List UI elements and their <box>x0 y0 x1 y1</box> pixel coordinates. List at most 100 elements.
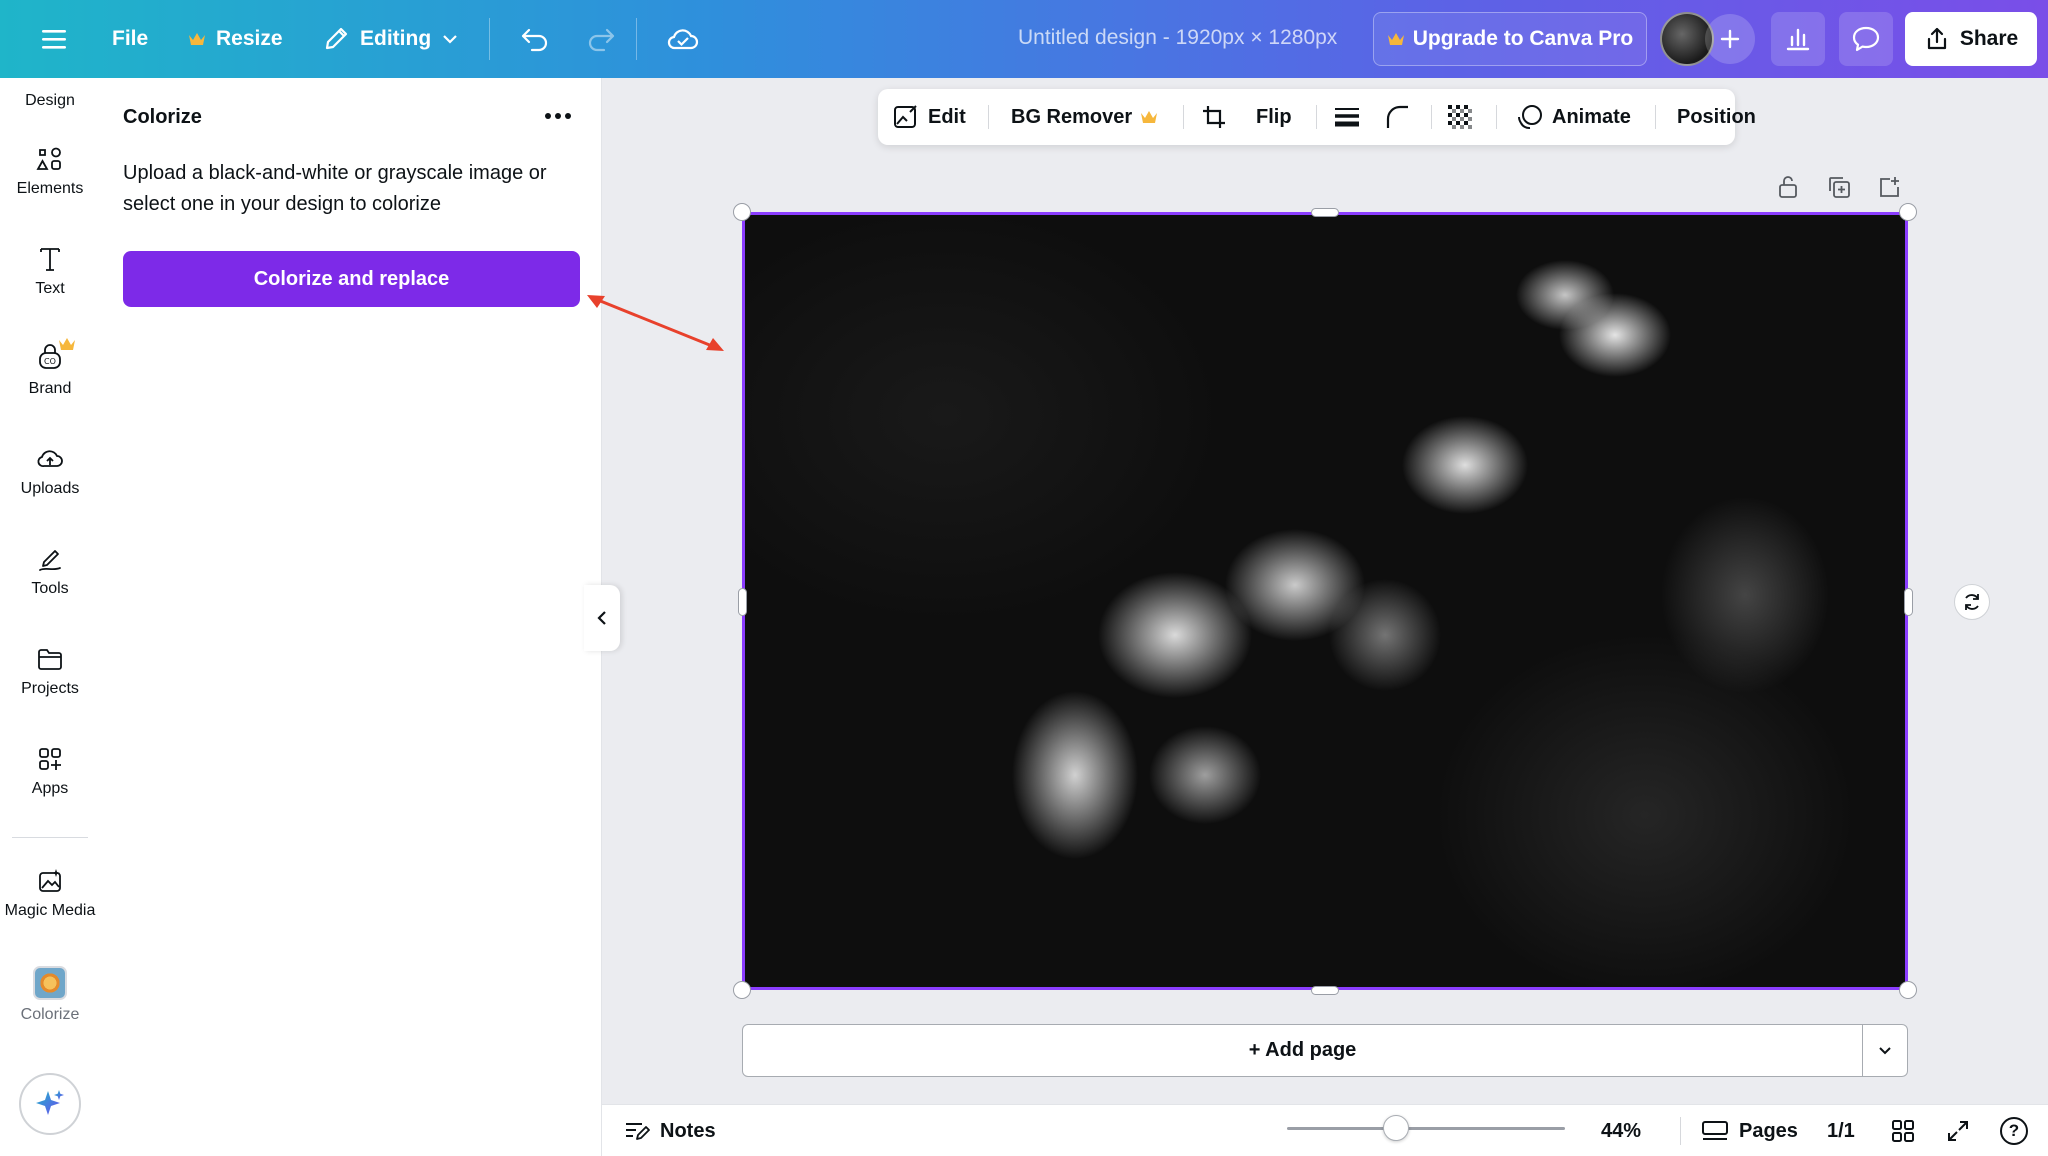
magic-assistant-button[interactable] <box>19 1073 81 1135</box>
file-menu-button[interactable]: File <box>104 14 156 64</box>
position-button[interactable]: Position <box>1677 89 1756 145</box>
comments-button[interactable] <box>1839 12 1893 66</box>
resize-handle-bottom-right[interactable] <box>1899 981 1917 999</box>
border-lines-icon <box>1335 108 1359 127</box>
animate-button[interactable]: Animate <box>1516 89 1631 145</box>
bg-remover-button[interactable]: BG Remover <box>1011 89 1158 145</box>
main-menu-button[interactable] <box>32 14 76 64</box>
corner-radius-icon <box>1386 105 1408 128</box>
chevron-left-icon <box>597 611 606 625</box>
rail-item-magic-media[interactable]: Magic Media <box>0 866 100 920</box>
resize-button[interactable]: Resize <box>180 14 291 64</box>
panel-description: Upload a black-and-white or grayscale im… <box>123 162 547 215</box>
duplicate-icon <box>1829 177 1850 198</box>
crop-icon <box>1203 106 1225 128</box>
rail-item-tools[interactable]: Tools <box>0 544 100 598</box>
upgrade-button[interactable]: Upgrade to Canva Pro <box>1373 12 1647 66</box>
pages-button[interactable]: Pages <box>1701 1105 1798 1156</box>
transparency-button[interactable] <box>1446 89 1474 145</box>
insights-button[interactable] <box>1771 12 1825 66</box>
collapse-panel-button[interactable] <box>584 585 620 651</box>
undo-button[interactable] <box>512 14 558 64</box>
rotate-icon <box>1965 594 1979 610</box>
resize-handle-right[interactable] <box>1904 588 1913 616</box>
panel-title: Colorize <box>123 106 202 128</box>
elements-icon <box>36 147 61 170</box>
rotate-button[interactable] <box>1954 584 1990 620</box>
zoom-slider-thumb[interactable] <box>1383 1115 1409 1141</box>
rail-item-elements[interactable]: Elements <box>0 144 100 198</box>
left-rail: Design Elements Text CO Brand Uploads To… <box>0 78 100 1156</box>
toolbar-divider <box>1316 105 1317 129</box>
page-counter: 1/1 <box>1827 1119 1855 1142</box>
rail-divider <box>12 837 88 838</box>
expand-icon <box>1948 1121 1968 1141</box>
more-dots-icon <box>545 113 571 119</box>
resize-handle-bottom[interactable] <box>1311 986 1339 995</box>
crown-icon <box>1387 33 1404 45</box>
resize-handle-top-right[interactable] <box>1899 203 1917 221</box>
help-icon: ? <box>2000 1117 2028 1145</box>
flip-button[interactable]: Flip <box>1256 89 1292 145</box>
text-icon <box>40 248 60 271</box>
design-title[interactable]: Untitled design - 1920px × 1280px <box>1018 26 1337 50</box>
toolbar-divider <box>1183 105 1184 129</box>
bar-chart-icon <box>1786 28 1810 51</box>
rail-item-design[interactable]: Design <box>0 92 100 110</box>
undo-icon <box>521 28 548 52</box>
duplicate-page-button[interactable] <box>1826 174 1852 205</box>
comment-icon <box>1852 26 1880 52</box>
save-status-button[interactable] <box>658 14 708 64</box>
add-page-button[interactable]: + Add page <box>742 1024 1863 1077</box>
help-button[interactable]: ? <box>2000 1105 2028 1156</box>
design-canvas[interactable] <box>742 212 1908 990</box>
notes-icon <box>626 1123 650 1140</box>
share-button[interactable]: Share <box>1905 12 2037 66</box>
toolbar-divider <box>1496 105 1497 129</box>
corner-rounding-button[interactable] <box>1383 89 1411 145</box>
crop-button[interactable] <box>1200 89 1228 145</box>
rail-item-text[interactable]: Text <box>0 244 100 298</box>
redo-button[interactable] <box>578 14 624 64</box>
toolbar-divider <box>988 105 989 129</box>
colorize-panel: Colorize Upload a black-and-white or gra… <box>100 78 602 1156</box>
toolbar-divider <box>1431 105 1432 129</box>
fullscreen-button[interactable] <box>1945 1105 1971 1156</box>
rail-item-apps[interactable]: Apps <box>0 744 100 798</box>
folder-icon <box>38 649 62 670</box>
more-options-button[interactable] <box>540 100 576 132</box>
plus-icon <box>1720 29 1740 49</box>
rail-item-projects[interactable]: Projects <box>0 644 100 698</box>
grayscale-flower-photo[interactable] <box>745 215 1905 987</box>
add-page-mini-button[interactable] <box>1876 174 1902 205</box>
image-edit-icon <box>894 105 917 128</box>
edit-image-button[interactable]: Edit <box>892 89 966 145</box>
crown-icon <box>59 338 75 350</box>
toolbar-divider <box>489 18 490 60</box>
annotation-arrow <box>587 295 724 351</box>
magic-media-icon <box>39 869 61 892</box>
toolbar-divider <box>1655 105 1656 129</box>
resize-handle-left[interactable] <box>738 588 747 616</box>
lock-button[interactable] <box>1776 174 1800 205</box>
resize-handle-top-left[interactable] <box>733 203 751 221</box>
rail-item-brand[interactable]: CO Brand <box>0 338 100 398</box>
resize-handle-top[interactable] <box>1311 208 1339 217</box>
resize-handle-bottom-left[interactable] <box>733 981 751 999</box>
add-page-options-button[interactable] <box>1862 1024 1908 1077</box>
cloud-check-icon <box>667 29 699 50</box>
svg-text:CO: CO <box>44 357 56 366</box>
crown-icon <box>1141 111 1158 123</box>
editing-mode-dropdown[interactable]: Editing <box>314 14 467 64</box>
rail-item-uploads[interactable]: Uploads <box>0 444 100 498</box>
zoom-slider-track[interactable] <box>1287 1127 1565 1130</box>
rail-item-colorize[interactable]: Colorize <box>0 966 100 1024</box>
uploads-icon <box>37 450 63 467</box>
add-collaborator-button[interactable] <box>1705 14 1755 64</box>
border-style-button[interactable] <box>1333 89 1361 145</box>
notes-button[interactable]: Notes <box>624 1105 716 1156</box>
transparency-checker-icon <box>1448 105 1472 129</box>
colorize-and-replace-button[interactable]: Colorize and replace <box>123 251 580 307</box>
grid-view-button[interactable] <box>1890 1105 1916 1156</box>
zoom-level[interactable]: 44% <box>1601 1105 1641 1156</box>
